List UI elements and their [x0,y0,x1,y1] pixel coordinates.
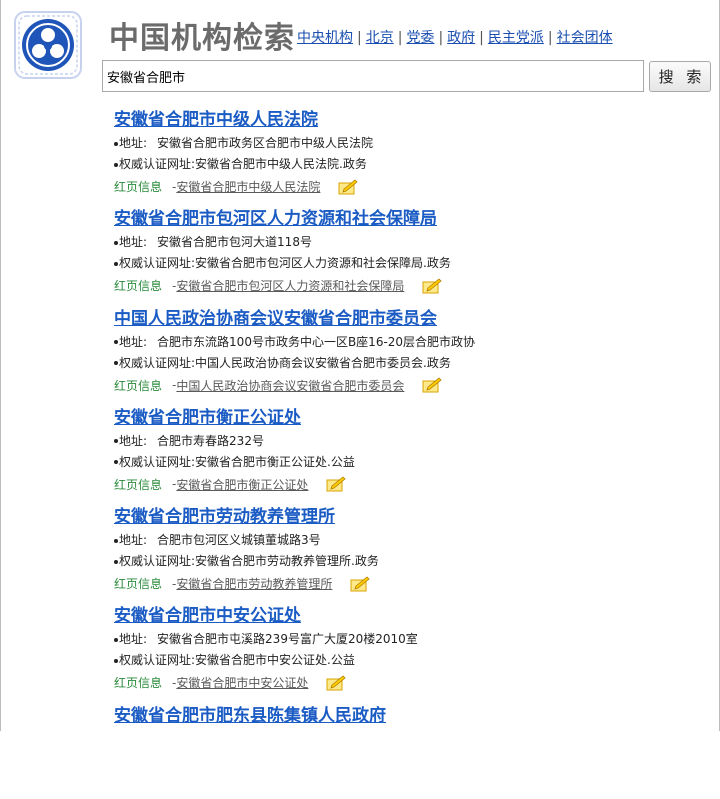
homepage-link[interactable]: 安徽省合肥市劳动教养管理所 [176,575,332,592]
edit-note-icon[interactable] [326,476,346,492]
result-item: 安徽省合肥市劳动教养管理所 地址: 合肥市包河区义城镇董城路3号 权威认证网址:安… [114,501,714,600]
result-homepage: 红页信息 - 安徽省合肥市劳动教养管理所 [114,575,714,592]
result-item: 安徽省合肥市中安公证处 地址: 安徽省合肥市屯溪路239号富广大厦20楼2010室… [114,600,714,699]
auth-url-value: 安徽省合肥市劳动教养管理所.政务 [195,554,379,569]
address-value: 合肥市东流路100号市政务中心一区B座16-20层合肥市政协 [157,334,476,349]
result-auth-url: 权威认证网址:安徽省合肥市衡正公证处.公益 [114,453,714,470]
bullet-icon [114,559,118,564]
bullet-icon [114,141,118,146]
bullet-icon [114,658,118,663]
edit-note-icon[interactable] [326,675,346,691]
auth-url-value: 中国人民政治协商会议安徽省合肥市委员会.政务 [195,355,451,370]
bullet-icon [114,261,118,266]
logo-icon [14,11,82,79]
homepage-label: 红页信息 [114,577,163,592]
result-item: 安徽省合肥市包河区人力资源和社会保障局 地址: 安徽省合肥市包河大道118号 权威… [114,203,714,302]
nav-link-party[interactable]: 党委 [406,30,434,46]
result-item: 安徽省合肥市中级人民法院 地址: 安徽省合肥市政务区合肥市中级人民法院 权威认证网… [114,104,714,203]
address-value: 安徽省合肥市包河大道118号 [157,235,312,250]
address-value: 安徽省合肥市政务区合肥市中级人民法院 [157,136,374,150]
address-value: 合肥市寿春路232号 [157,433,264,448]
nav-separator: | [357,30,362,46]
result-item: 中国人民政治协商会议安徽省合肥市委员会 地址: 合肥市东流路100号市政务中心一区… [114,303,714,402]
bullet-icon [114,340,118,345]
result-title-link[interactable]: 安徽省合肥市中级人民法院 [114,105,334,130]
homepage-link[interactable]: 中国人民政治协商会议安徽省合肥市委员会 [176,377,404,394]
bullet-icon [114,240,118,245]
result-address: 地址: 合肥市寿春路232号 [114,432,714,449]
bullet-icon [114,637,118,642]
result-title-link[interactable]: 安徽省合肥市包河区人力资源和社会保障局 [114,204,453,229]
result-auth-url: 权威认证网址:安徽省合肥市中级人民法院.政务 [114,155,714,172]
homepage-link[interactable]: 安徽省合肥市中安公证处 [176,674,308,691]
result-address: 地址: 安徽省合肥市屯溪路239号富广大厦20楼2010室 [114,630,714,647]
homepage-label: 红页信息 [114,378,163,393]
results-list: 安徽省合肥市中级人民法院 地址: 安徽省合肥市政务区合肥市中级人民法院 权威认证网… [114,104,714,799]
result-address: 地址: 安徽省合肥市政务区合肥市中级人民法院 [114,134,714,151]
bullet-icon [114,361,118,366]
auth-url-value: 安徽省合肥市包河区人力资源和社会保障局.政务 [195,256,451,271]
edit-note-icon[interactable] [422,377,442,393]
nav-separator: | [547,30,553,46]
result-item: 安徽省合肥市衡正公证处 地址: 合肥市寿春路232号 权威认证网址:安徽省合肥市衡… [114,402,714,501]
result-homepage: 红页信息 - 中国人民政治协商会议安徽省合肥市委员会 [114,377,714,394]
auth-url-value: 安徽省合肥市中安公证处.公益 [195,653,355,668]
bullet-icon [114,439,118,444]
result-homepage: 红页信息 - 安徽省合肥市包河区人力资源和社会保障局 [114,277,714,294]
homepage-label: 红页信息 [114,676,163,691]
auth-url-value: 安徽省合肥市衡正公证处.公益 [195,454,355,469]
site-title: 中国机构检索 [109,21,295,56]
header: 中国机构检索 中央机构|北京|党委|政府|民主党派|社会团体 搜 索 [1,0,719,100]
bullet-icon [114,538,118,543]
result-address: 地址: 合肥市东流路100号市政务中心一区B座16-20层合肥市政协 [114,333,714,350]
nav-separator: | [479,30,484,46]
nav-separator: | [438,30,444,46]
result-title-link[interactable]: 安徽省合肥市劳动教养管理所 [114,502,351,527]
auth-url-value: 安徽省合肥市中级人民法院.政务 [195,157,367,171]
result-auth-url: 权威认证网址:中国人民政治协商会议安徽省合肥市委员会.政务 [114,354,714,371]
homepage-label: 红页信息 [114,279,163,294]
address-value: 安徽省合肥市屯溪路239号富广大厦20楼2010室 [157,632,418,647]
nav-separator: | [397,30,403,46]
result-title-link[interactable]: 安徽省合肥市衡正公证处 [114,403,317,428]
edit-note-icon[interactable] [350,576,370,592]
homepage-link[interactable]: 安徽省合肥市衡正公证处 [176,476,308,493]
nav-link-democratic-parties[interactable]: 民主党派 [488,30,544,46]
homepage-label: 红页信息 [114,180,163,194]
category-nav: 中央机构 | 北京 | 党委 | 政府 | 民主党派 | 社会团体 [297,27,613,47]
bullet-icon [114,162,118,167]
nav-link-central[interactable]: 中央机构 [297,30,353,46]
edit-note-icon[interactable] [422,278,442,294]
bullet-icon [114,460,118,465]
homepage-label: 红页信息 [114,477,163,492]
result-address: 地址: 合肥市包河区义城镇董城路3号 [114,531,714,548]
result-item: 安徽省合肥市肥东县陈集镇人民政府 [114,700,714,799]
address-value: 合肥市包河区义城镇董城路3号 [157,533,321,548]
result-title-link[interactable]: 中国人民政治协商会议安徽省合肥市委员会 [114,304,453,329]
search-button[interactable]: 搜 索 [649,61,711,92]
nav-link-social-groups[interactable]: 社会团体 [557,30,613,46]
result-homepage: 红页信息 - 安徽省合肥市中级人民法院 [114,178,714,195]
result-address: 地址: 安徽省合肥市包河大道118号 [114,233,714,250]
result-title-link[interactable]: 安徽省合肥市肥东县陈集镇人民政府 [114,701,402,726]
edit-note-icon[interactable] [338,178,358,195]
result-auth-url: 权威认证网址:安徽省合肥市中安公证处.公益 [114,651,714,668]
search-input[interactable] [102,60,644,92]
result-auth-url: 权威认证网址:安徽省合肥市劳动教养管理所.政务 [114,552,714,569]
result-homepage: 红页信息 - 安徽省合肥市中安公证处 [114,674,714,691]
nav-link-beijing[interactable]: 北京 [366,30,394,46]
result-auth-url: 权威认证网址:安徽省合肥市包河区人力资源和社会保障局.政务 [114,254,714,271]
nav-link-government[interactable]: 政府 [447,30,475,46]
homepage-link[interactable]: 安徽省合肥市中级人民法院 [176,178,320,195]
result-homepage: 红页信息 - 安徽省合肥市衡正公证处 [114,476,714,493]
homepage-link[interactable]: 安徽省合肥市包河区人力资源和社会保障局 [176,277,404,294]
result-title-link[interactable]: 安徽省合肥市中安公证处 [114,601,317,626]
